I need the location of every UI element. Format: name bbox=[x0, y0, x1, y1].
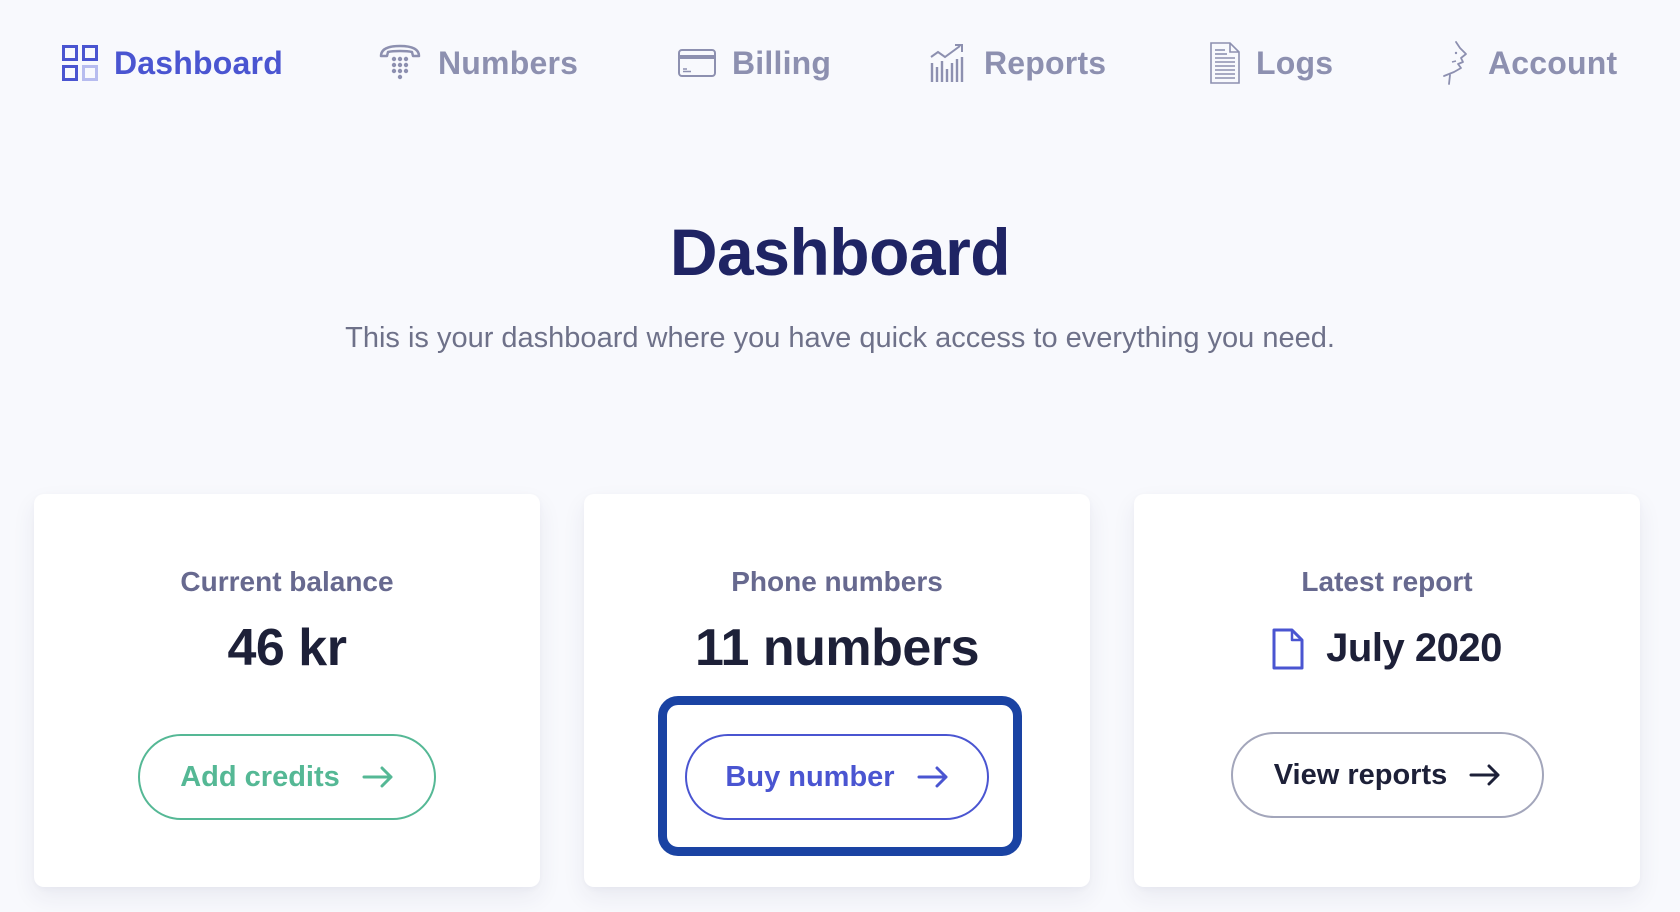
page-title: Dashboard bbox=[669, 215, 1011, 289]
nav-label: Logs bbox=[1256, 44, 1334, 81]
balance-value: 46 kr bbox=[227, 619, 347, 677]
telephone-icon bbox=[378, 43, 422, 83]
nav-label: Billing bbox=[732, 44, 832, 81]
top-navigation: Dashboard Numbers Billing Reports Logs A… bbox=[0, 0, 1680, 130]
card-label: Phone numbers bbox=[731, 566, 943, 597]
nav-item-numbers[interactable]: Numbers bbox=[378, 40, 578, 86]
nav-label: Dashboard bbox=[114, 44, 283, 81]
nav-item-account[interactable]: Account bbox=[1442, 40, 1617, 86]
nav-item-reports[interactable]: Reports bbox=[930, 40, 1106, 86]
buy-number-button[interactable]: Buy number bbox=[685, 734, 989, 820]
nav-label: Numbers bbox=[438, 44, 579, 81]
phone-numbers-card: Phone numbers 11 numbers Buy number bbox=[584, 494, 1090, 887]
arrow-right-icon bbox=[362, 766, 394, 788]
card-label: Current balance bbox=[180, 566, 394, 597]
nav-item-logs[interactable]: Logs bbox=[1210, 40, 1333, 86]
face-profile-icon bbox=[1442, 40, 1472, 86]
nav-label: Account bbox=[1488, 44, 1618, 81]
numbers-count-value: 11 numbers bbox=[694, 619, 980, 677]
nav-item-dashboard[interactable]: Dashboard bbox=[62, 40, 283, 86]
arrow-right-icon bbox=[1469, 764, 1501, 786]
chart-icon bbox=[930, 43, 968, 83]
add-credits-button[interactable]: Add credits bbox=[138, 734, 436, 820]
document-lines-icon bbox=[1210, 42, 1240, 84]
report-value: July 2020 bbox=[1134, 626, 1640, 671]
balance-card: Current balance 46 kr Add credits bbox=[34, 494, 540, 887]
grid-icon bbox=[62, 45, 98, 81]
button-label: View reports bbox=[1273, 758, 1448, 791]
arrow-right-icon bbox=[917, 766, 949, 788]
nav-label: Reports bbox=[984, 44, 1107, 81]
view-reports-button[interactable]: View reports bbox=[1231, 732, 1544, 818]
credit-card-icon bbox=[678, 49, 716, 77]
document-icon bbox=[1272, 628, 1304, 670]
button-label: Add credits bbox=[180, 760, 340, 793]
card-label: Latest report bbox=[1301, 566, 1473, 597]
page-subtitle: This is your dashboard where you have qu… bbox=[345, 322, 1335, 354]
latest-report-card: Latest report July 2020 View reports bbox=[1134, 494, 1640, 887]
nav-item-billing[interactable]: Billing bbox=[678, 40, 831, 86]
button-label: Buy number bbox=[725, 760, 895, 793]
report-month[interactable]: July 2020 bbox=[1326, 626, 1502, 671]
